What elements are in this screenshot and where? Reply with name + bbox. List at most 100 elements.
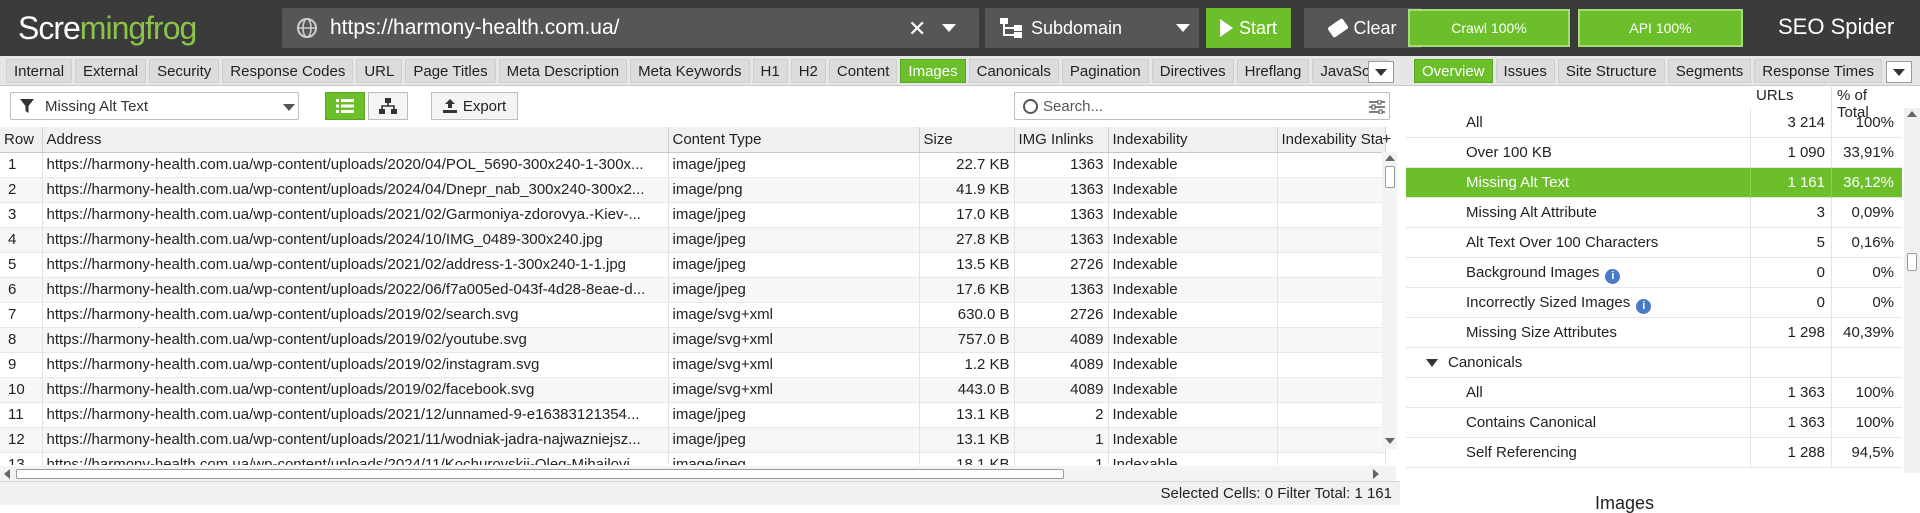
table-horizontal-scrollbar[interactable]	[0, 466, 1396, 481]
table-cell-content-type[interactable]: image/svg+xml	[668, 352, 920, 378]
table-cell-size[interactable]: 1.2 KB	[919, 352, 1015, 378]
right-tab-segments[interactable]: Segments	[1667, 59, 1752, 83]
overview-row[interactable]: Over 100 KB 1 090 33,91%	[1406, 138, 1902, 168]
table-cell-address[interactable]: https://harmony-health.com.ua/wp-content…	[42, 252, 669, 278]
tab-page-titles[interactable]: Page Titles	[405, 59, 496, 83]
table-cell-indexability-sta[interactable]	[1277, 452, 1386, 465]
chevron-down-icon[interactable]	[1426, 359, 1438, 367]
table-cell-img-inlinks[interactable]: 1363	[1014, 202, 1109, 228]
table-row[interactable]: 6 https://harmony-health.com.ua/wp-conten…	[0, 277, 1386, 303]
table-cell-indexability[interactable]: Indexable	[1108, 352, 1278, 378]
table-cell-size[interactable]: 27.8 KB	[919, 227, 1015, 253]
scroll-thumb[interactable]	[1385, 166, 1395, 188]
tab-external[interactable]: External	[75, 59, 147, 83]
table-cell-indexability[interactable]: Indexable	[1108, 252, 1278, 278]
table-cell-content-type[interactable]: image/jpeg	[668, 402, 920, 428]
clear-button[interactable]: Clear	[1304, 8, 1422, 48]
column-header-size[interactable]: Size	[919, 127, 1015, 153]
scroll-thumb[interactable]	[16, 469, 1064, 479]
table-cell-size[interactable]: 22.7 KB	[919, 152, 1015, 178]
table-cell-address[interactable]: https://harmony-health.com.ua/wp-content…	[42, 152, 669, 178]
table-cell-img-inlinks[interactable]: 2726	[1014, 302, 1109, 328]
table-cell-row[interactable]: 10	[0, 377, 43, 403]
table-cell-row[interactable]: 11	[0, 402, 43, 428]
table-cell-indexability-sta[interactable]	[1277, 177, 1386, 203]
overview-row[interactable]: Self Referencing 1 288 94,5%	[1406, 438, 1902, 468]
filter-dropdown[interactable]: Missing Alt Text	[10, 92, 299, 120]
crawl-mode-dropdown[interactable]: Subdomain	[985, 8, 1199, 48]
right-tab-overview[interactable]: Overview	[1414, 59, 1493, 83]
scroll-left-icon[interactable]	[4, 469, 10, 479]
right-tab-issues[interactable]: Issues	[1495, 59, 1555, 83]
scroll-thumb[interactable]	[1907, 253, 1917, 271]
table-cell-row[interactable]: 7	[0, 302, 43, 328]
table-cell-row[interactable]: 6	[0, 277, 43, 303]
table-cell-img-inlinks[interactable]: 1	[1014, 427, 1109, 453]
table-cell-img-inlinks[interactable]: 4089	[1014, 327, 1109, 353]
tab-hreflang[interactable]: Hreflang	[1236, 59, 1310, 83]
url-text[interactable]: https://harmony-health.com.ua/	[330, 16, 619, 40]
table-cell-indexability-sta[interactable]	[1277, 427, 1386, 453]
table-row[interactable]: 7 https://harmony-health.com.ua/wp-conten…	[0, 302, 1386, 328]
tab-images[interactable]: Images	[900, 59, 966, 83]
overview-row[interactable]: Missing Size Attributes 1 298 40,39%	[1406, 318, 1902, 348]
table-cell-row[interactable]: 2	[0, 177, 43, 203]
export-button[interactable]: Export	[431, 92, 518, 120]
table-cell-content-type[interactable]: image/png	[668, 177, 920, 203]
table-row[interactable]: 11 https://harmony-health.com.ua/wp-conte…	[0, 402, 1386, 428]
table-cell-indexability-sta[interactable]	[1277, 202, 1386, 228]
table-cell-size[interactable]: 757.0 B	[919, 327, 1015, 353]
url-bar[interactable]: https://harmony-health.com.ua/ ✕	[282, 8, 979, 48]
table-cell-indexability[interactable]: Indexable	[1108, 277, 1278, 303]
more-tabs-button[interactable]	[1368, 61, 1394, 83]
table-cell-img-inlinks[interactable]: 1363	[1014, 177, 1109, 203]
table-cell-indexability[interactable]: Indexable	[1108, 302, 1278, 328]
table-cell-indexability-sta[interactable]	[1277, 402, 1386, 428]
table-cell-address[interactable]: https://harmony-health.com.ua/wp-content…	[42, 452, 669, 465]
info-icon[interactable]: i	[1605, 269, 1621, 284]
table-cell-content-type[interactable]: image/jpeg	[668, 277, 920, 303]
right-tab-response-times[interactable]: Response Times	[1754, 59, 1882, 83]
info-icon[interactable]: i	[1636, 299, 1652, 314]
search-input[interactable]	[1043, 96, 1363, 116]
scroll-down-icon[interactable]	[1385, 438, 1395, 444]
table-cell-indexability-sta[interactable]	[1277, 302, 1386, 328]
table-row[interactable]: 8 https://harmony-health.com.ua/wp-conten…	[0, 327, 1386, 353]
table-cell-address[interactable]: https://harmony-health.com.ua/wp-content…	[42, 377, 669, 403]
tree-view-button[interactable]	[368, 92, 408, 120]
overview-row[interactable]: Contains Canonical 1 363 100%	[1406, 408, 1902, 438]
table-cell-row[interactable]: 9	[0, 352, 43, 378]
table-cell-content-type[interactable]: image/jpeg	[668, 152, 920, 178]
table-row[interactable]: 10 https://harmony-health.com.ua/wp-conte…	[0, 377, 1386, 403]
table-cell-size[interactable]: 443.0 B	[919, 377, 1015, 403]
table-cell-img-inlinks[interactable]: 1363	[1014, 277, 1109, 303]
table-vertical-scrollbar[interactable]	[1382, 152, 1397, 449]
table-row[interactable]: 9 https://harmony-health.com.ua/wp-conten…	[0, 352, 1386, 378]
overview-row[interactable]: All 1 363 100%	[1406, 378, 1902, 408]
overview-row[interactable]: Alt Text Over 100 Characters 5 0,16%	[1406, 228, 1902, 258]
table-cell-size[interactable]: 13.5 KB	[919, 252, 1015, 278]
table-cell-address[interactable]: https://harmony-health.com.ua/wp-content…	[42, 402, 669, 428]
tab-meta-keywords[interactable]: Meta Keywords	[630, 59, 750, 83]
table-cell-indexability-sta[interactable]	[1277, 227, 1386, 253]
right-tab-site-structure[interactable]: Site Structure	[1557, 59, 1665, 83]
tab-pagination[interactable]: Pagination	[1061, 59, 1149, 83]
table-cell-img-inlinks[interactable]: 2726	[1014, 252, 1109, 278]
table-cell-content-type[interactable]: image/jpeg	[668, 252, 920, 278]
table-cell-img-inlinks[interactable]: 1	[1014, 452, 1109, 465]
table-row[interactable]: 12 https://harmony-health.com.ua/wp-conte…	[0, 427, 1386, 453]
tab-url[interactable]: URL	[356, 59, 403, 83]
table-cell-address[interactable]: https://harmony-health.com.ua/wp-content…	[42, 177, 669, 203]
table-cell-address[interactable]: https://harmony-health.com.ua/wp-content…	[42, 202, 669, 228]
table-cell-img-inlinks[interactable]: 1363	[1014, 152, 1109, 178]
close-icon[interactable]: ✕	[908, 16, 926, 42]
table-cell-content-type[interactable]: image/jpeg	[668, 427, 920, 453]
scroll-up-icon[interactable]	[1385, 155, 1395, 161]
table-cell-address[interactable]: https://harmony-health.com.ua/wp-content…	[42, 277, 669, 303]
table-cell-size[interactable]: 18.1 KB	[919, 452, 1015, 465]
table-row[interactable]: 3 https://harmony-health.com.ua/wp-conten…	[0, 202, 1386, 228]
table-row[interactable]: 4 https://harmony-health.com.ua/wp-conten…	[0, 227, 1386, 253]
search-options-icon[interactable]	[1369, 100, 1385, 114]
table-row[interactable]: 1 https://harmony-health.com.ua/wp-conten…	[0, 152, 1386, 178]
table-cell-indexability-sta[interactable]	[1277, 327, 1386, 353]
